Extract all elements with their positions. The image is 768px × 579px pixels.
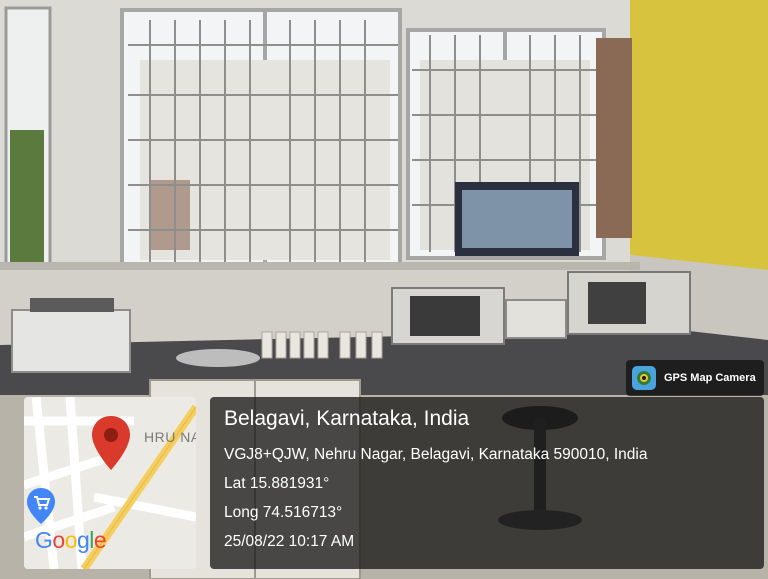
shopping-cart-icon: [27, 488, 55, 524]
location-info-panel: Belagavi, Karnataka, India VGJ8+QJW, Neh…: [210, 397, 764, 569]
longitude-text: Long 74.516713°: [224, 504, 343, 521]
camera-lens-icon: [632, 366, 656, 390]
timestamp-text: 25/08/22 10:17 AM: [224, 533, 355, 550]
app-name: GPS Map Camera: [664, 372, 756, 384]
map-place-label: HRU NAGA: [144, 429, 196, 445]
place-title: Belagavi, Karnataka, India: [224, 407, 470, 430]
map-pin-icon: [92, 416, 130, 470]
latitude-text: Lat 15.881931°: [224, 475, 330, 492]
map-thumbnail: HRU NAGA Google: [24, 397, 196, 569]
app-badge: GPS Map Camera: [626, 360, 764, 396]
google-logo: Google: [35, 527, 107, 553]
photo-scene: GPS Map Camera HRU NAGA: [0, 0, 768, 579]
address-text: VGJ8+QJW, Nehru Nagar, Belagavi, Karnata…: [224, 446, 648, 463]
